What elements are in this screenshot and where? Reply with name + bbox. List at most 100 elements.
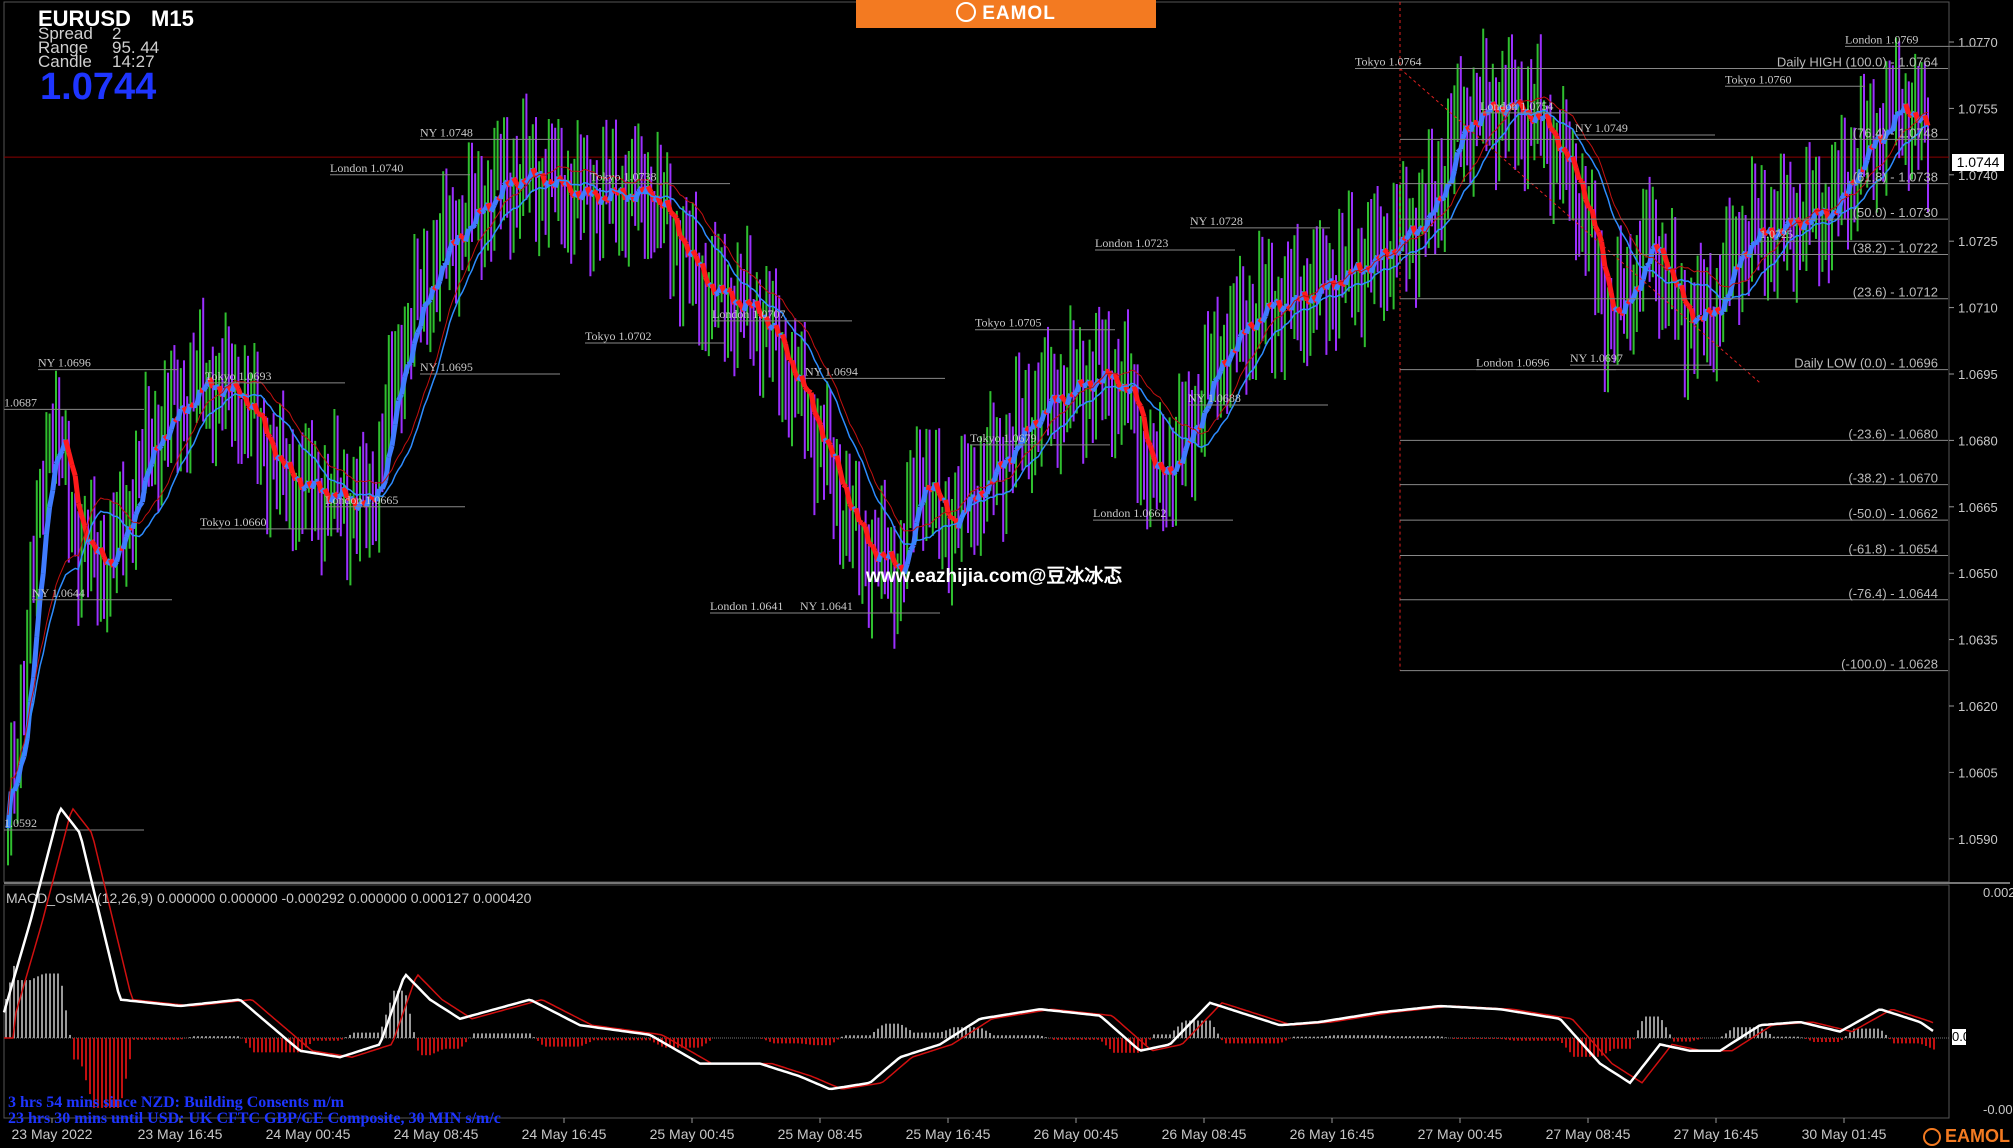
fast-ma-segment xyxy=(933,482,942,494)
fast-ma-segment xyxy=(143,470,152,482)
bottom-brand: EAMOL xyxy=(1904,1125,2010,1147)
fast-ma-segment xyxy=(1660,247,1668,260)
fast-ma-segment xyxy=(43,506,53,536)
fast-ma-segment xyxy=(1382,247,1389,255)
time-axis-label: 26 May 08:45 xyxy=(1162,1126,1247,1142)
fast-ma-segment xyxy=(1551,129,1559,138)
fast-ma-segment xyxy=(1808,219,1815,226)
fast-ma-segment xyxy=(671,213,679,220)
fast-ma-segment xyxy=(257,411,262,417)
time-axis-label: 27 May 08:45 xyxy=(1546,1126,1631,1142)
session-label: Tokyo 1.0679 xyxy=(970,431,1037,445)
fast-ma-segment xyxy=(1599,241,1608,267)
time-axis-label: 30 May 01:45 xyxy=(1802,1126,1887,1142)
fast-ma-segment xyxy=(788,357,793,363)
fast-ma-segment xyxy=(89,539,97,547)
fast-ma-segment xyxy=(920,486,929,503)
fast-ma-segment xyxy=(1071,390,1079,398)
session-label: NY 1.0749 xyxy=(1575,121,1628,135)
fast-ma-segment xyxy=(133,505,142,516)
fast-ma-segment xyxy=(1337,279,1344,286)
fast-ma-segment xyxy=(1573,167,1582,181)
fast-ma-segment xyxy=(252,402,260,415)
fast-ma-segment xyxy=(780,333,788,346)
fast-ma-segment xyxy=(1615,306,1623,314)
fast-ma-segment xyxy=(98,547,107,558)
fast-ma-segment xyxy=(498,184,507,200)
bottom-brand-text: EAMOL xyxy=(1945,1126,2010,1146)
session-label: Tokyo 1.0760 xyxy=(1725,72,1792,86)
price-axis-label: 1.0755 xyxy=(1958,101,1998,116)
fast-ma-segment xyxy=(806,388,813,395)
fast-ma-segment xyxy=(1750,240,1757,248)
fast-ma-segment xyxy=(261,415,270,435)
fast-ma-segment xyxy=(268,436,276,447)
fast-ma-segment xyxy=(690,249,699,258)
fast-ma-segment xyxy=(745,298,753,306)
fast-ma-segment xyxy=(396,393,404,402)
fast-ma-segment xyxy=(1605,275,1614,294)
price-axis-label: 1.0770 xyxy=(1958,35,1998,50)
fast-ma-segment xyxy=(57,449,65,458)
current-price-tag: 1.0744 xyxy=(1952,154,2004,171)
fast-ma-segment xyxy=(1141,416,1150,440)
price-axis-label: 1.0605 xyxy=(1958,765,1998,780)
session-label: Tokyo 1.0764 xyxy=(1355,55,1422,69)
fast-ma-segment xyxy=(399,376,408,395)
fast-ma-segment xyxy=(1718,309,1725,316)
fast-ma-segment xyxy=(1686,303,1693,311)
price-axis-label: 1.0650 xyxy=(1958,566,1998,581)
macd-axis-label: 0.002507 xyxy=(1983,885,2013,900)
time-axis-label: 26 May 00:45 xyxy=(1034,1126,1119,1142)
fast-ma-segment xyxy=(868,541,873,548)
fast-ma-segment xyxy=(860,521,868,529)
fast-ma-segment xyxy=(1157,461,1166,471)
fast-ma-segment xyxy=(386,445,395,458)
fast-ma-segment xyxy=(1024,425,1031,432)
fast-ma-segment xyxy=(1725,293,1731,300)
brand-banner[interactable]: EAMOL xyxy=(856,0,1156,28)
fast-ma-segment xyxy=(415,325,424,334)
fast-ma-segment xyxy=(578,192,587,201)
fast-ma-segment xyxy=(309,480,318,490)
fast-ma-segment xyxy=(1922,114,1931,127)
fast-ma-segment xyxy=(301,485,307,492)
fast-ma-segment xyxy=(1212,376,1220,384)
fast-ma-segment xyxy=(287,461,296,474)
session-label: 1.0687 xyxy=(4,395,37,409)
fast-ma-segment xyxy=(1861,159,1870,171)
fast-ma-segment xyxy=(422,301,430,309)
session-label: NY 1.0748 xyxy=(420,125,473,139)
fast-ma-segment xyxy=(156,443,164,451)
session-label: London 1.0707 xyxy=(712,307,785,321)
fast-ma-segment xyxy=(681,237,689,246)
macd-frame xyxy=(3,884,1950,1119)
fast-ma-segment xyxy=(50,463,59,491)
fast-ma-segment xyxy=(815,416,824,427)
fast-ma-segment xyxy=(1036,420,1044,429)
fast-ma-segment xyxy=(789,359,798,374)
fast-ma-segment xyxy=(434,279,443,290)
fast-ma-segment xyxy=(1894,110,1901,118)
fast-ma-segment xyxy=(1451,152,1461,172)
fast-ma-segment xyxy=(1839,192,1847,200)
fast-ma-segment xyxy=(678,234,685,241)
fast-ma-segment xyxy=(863,526,872,545)
price-axis-label: 1.0620 xyxy=(1958,699,1998,714)
macd-zero-tag: 0.00 xyxy=(1952,1029,1978,1045)
fast-ma-segment xyxy=(825,438,833,447)
fast-ma-segment xyxy=(1431,209,1437,216)
fast-ma-segment xyxy=(726,287,733,294)
fast-ma-segment xyxy=(936,492,945,502)
fast-ma-segment xyxy=(201,384,209,393)
fast-ma-segment xyxy=(1871,138,1880,150)
fast-ma-segment xyxy=(66,451,75,466)
price-bars xyxy=(7,28,1929,866)
fast-ma-segment xyxy=(713,290,720,297)
fast-ma-segment xyxy=(1754,239,1759,246)
fast-ma-segment xyxy=(1179,450,1189,465)
time-axis-label: 25 May 16:45 xyxy=(906,1126,991,1142)
session-label: 1.0592 xyxy=(4,816,37,830)
fast-ma-segment xyxy=(591,189,599,196)
fast-ma-segment xyxy=(1138,405,1147,418)
